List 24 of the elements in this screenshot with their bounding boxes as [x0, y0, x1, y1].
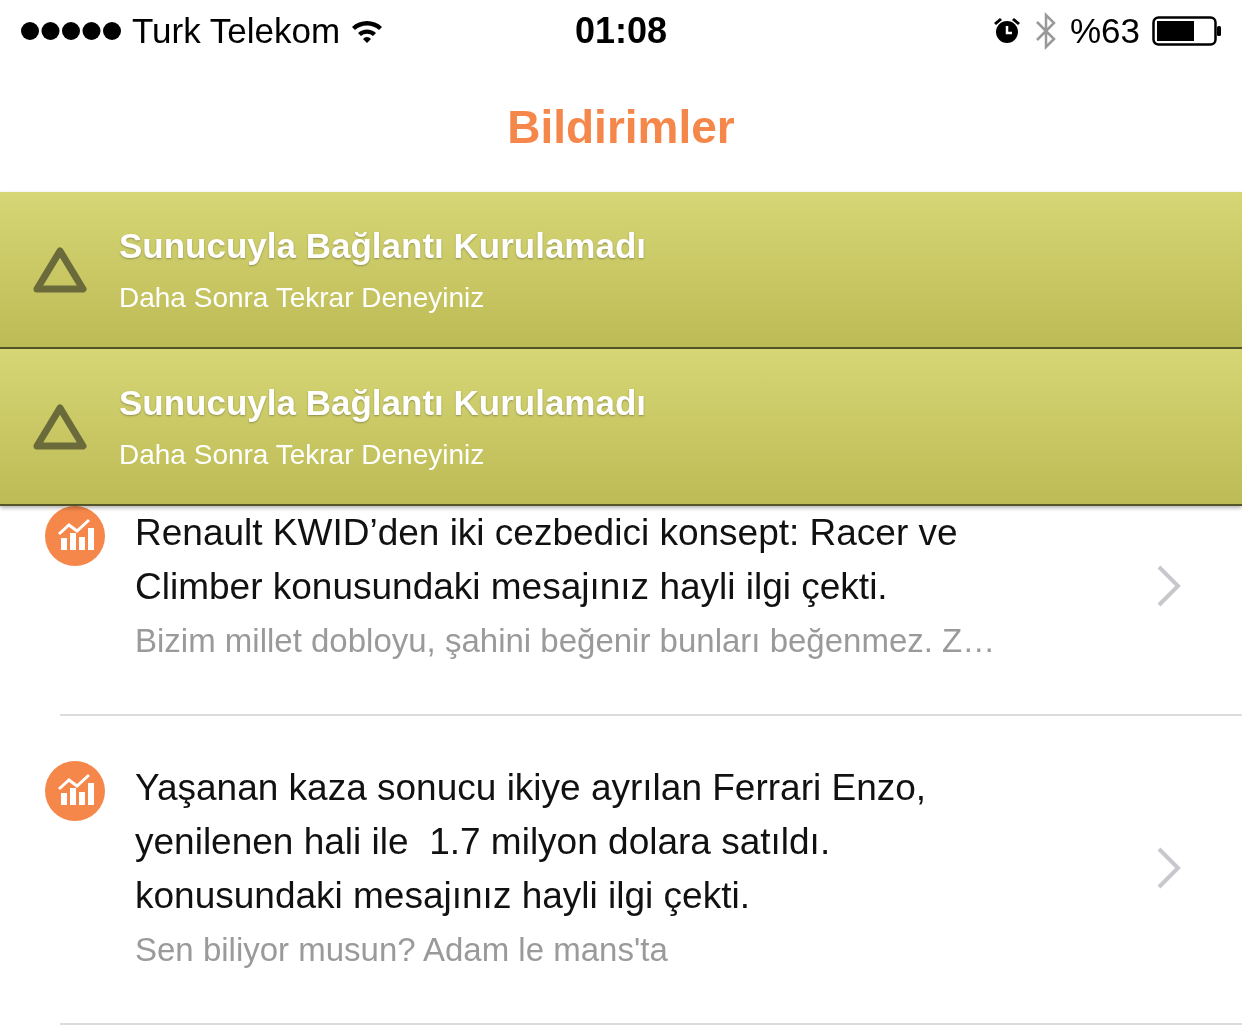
notification-preview: Bizim millet dobloyu, şahini beğenir bunları beğenmez. Z… — [135, 621, 997, 661]
notification-title: Yaşanan kaza sonucu ikiye ayrılan Ferrari Enzo, yenilenen hali ile 1.7 milyon dolara satıldı. konusundaki mesajınız hayli ilgi çekti. — [135, 766, 928, 918]
notification-row[interactable]: Renault KWID’den iki cezbedici konsept: Racer ve Climber konusundaki mesajınız hayli ilgi çekti. Bizim millet dobloyu, şahini beğenir bunları beğenmez. Z… — [0, 506, 1242, 714]
toast-title: Sunucuyla Bağlantı Kurulamadı — [119, 382, 647, 423]
screen-title: Bildirimler — [507, 100, 735, 154]
toast-title: Sunucuyla Bağlantı Kurulamadı — [119, 225, 647, 266]
battery-icon — [1152, 16, 1222, 46]
wifi-icon — [350, 18, 385, 44]
toast-message: Daha Sonra Tekrar Deneyiniz — [119, 281, 486, 314]
chevron-icon — [1156, 846, 1182, 890]
notification-row[interactable]: Yaşanan kaza sonucu ikiye ayrılan Ferrari Enzo, yenilenen hali ile 1.7 milyon dolara satıldı. konusundaki mesajınız hayli ilgi çekti. Sen biliyor musun? Adam le mans'ta — [0, 714, 1242, 1023]
battery-percentage: %63 — [1069, 11, 1140, 51]
signal-icon — [20, 21, 122, 41]
warning-icon — [33, 246, 87, 293]
bluetooth-icon — [1033, 11, 1058, 51]
chart-icon — [45, 506, 105, 566]
chevron-icon — [1156, 564, 1182, 608]
toast-message: Daha Sonra Tekrar Deneyiniz — [119, 438, 486, 471]
clock-time: 01:08 — [574, 10, 668, 52]
notification-preview: Sen biliyor musun? Adam le mans'ta — [135, 930, 669, 970]
warning-icon — [33, 403, 87, 450]
carrier-name: Turk Telekom — [132, 11, 341, 51]
notification-title: Renault KWID’den iki cezbedici konsept: Racer ve Climber konusundaki mesajınız hayli ilgi çekti. — [135, 511, 959, 609]
chart-icon — [45, 761, 105, 821]
